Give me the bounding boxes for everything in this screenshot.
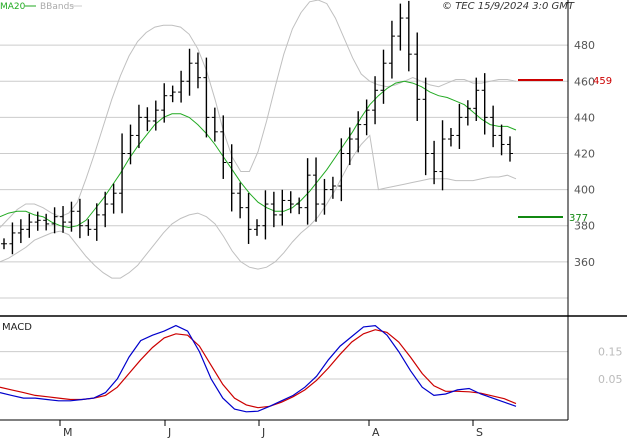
legend-ma-label: MA20 bbox=[0, 2, 26, 12]
resistance-level-label: 459 bbox=[593, 76, 612, 87]
ma20-line bbox=[0, 80, 517, 229]
macd-title: MACD bbox=[2, 322, 32, 333]
month-label: A bbox=[372, 426, 380, 439]
macd-tick-label: 0.15 bbox=[598, 346, 623, 359]
price-tick-label: 360 bbox=[574, 256, 595, 269]
price-tick-label: 400 bbox=[574, 184, 595, 197]
month-label: J bbox=[261, 426, 265, 439]
macd-grid bbox=[0, 351, 568, 380]
price-y-axis: 360380400420440460480 bbox=[574, 39, 595, 269]
bollinger-bands bbox=[0, 0, 517, 279]
ma20-path bbox=[0, 80, 517, 229]
price-bars bbox=[1, 0, 513, 255]
macd-tick-label: 0.05 bbox=[598, 373, 623, 386]
month-label: J bbox=[167, 426, 171, 439]
price-tick-label: 440 bbox=[574, 111, 595, 124]
stock-chart-svg: MA20 BBands © TEC 15/9/2024 3:0 GMT 360 3… bbox=[0, 0, 627, 439]
macd-signal-line bbox=[0, 329, 517, 409]
price-tick-label: 480 bbox=[574, 39, 595, 52]
bband-upper bbox=[0, 0, 517, 228]
macd-line bbox=[0, 324, 517, 413]
macd-lines bbox=[0, 324, 517, 413]
header-copyright: © TEC 15/9/2024 3:0 GMT bbox=[442, 1, 575, 12]
month-label: M bbox=[63, 426, 73, 439]
bband-lower bbox=[0, 134, 517, 279]
support-level-label: 377 bbox=[569, 213, 588, 224]
price-tick-label: 420 bbox=[574, 147, 595, 160]
macd-y-axis: 0.05 0.15 bbox=[598, 346, 623, 386]
month-label: S bbox=[476, 426, 483, 439]
month-axis: MJJAS bbox=[59, 420, 483, 439]
chart-stage: MA20 BBands © TEC 15/9/2024 3:0 GMT 360 3… bbox=[0, 0, 627, 440]
price-tick-label: 460 bbox=[574, 75, 595, 88]
legend-bbands-label: BBands bbox=[40, 2, 74, 12]
